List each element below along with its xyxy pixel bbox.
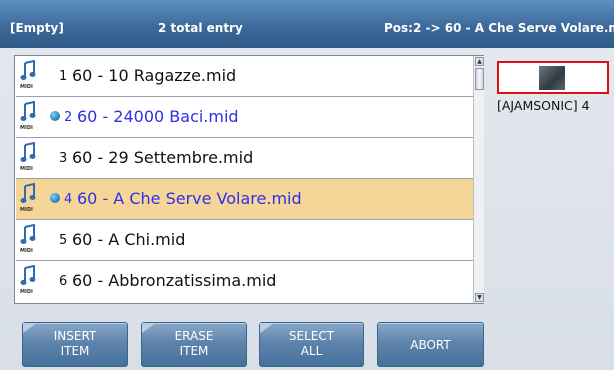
header-empty-label: [Empty] [10, 21, 64, 35]
preview-label: [AJAMSONIC] 4 [497, 98, 590, 113]
style-preview[interactable] [497, 61, 609, 94]
midi-file-icon: MIDI [20, 142, 38, 175]
button-label-line1: SELECT [288, 329, 335, 343]
button-label-line2: ITEM [179, 344, 209, 358]
midi-caption: MIDI [20, 84, 33, 90]
marked-bullet-icon [50, 193, 60, 203]
list-item[interactable]: MIDI 5 60 - A Chi.mid [16, 220, 473, 261]
midi-file-icon: MIDI [20, 183, 38, 216]
midi-file-icon: MIDI [20, 265, 38, 298]
header-position: Pos:2 -> 60 - A Che Serve Volare.mid [384, 21, 614, 35]
playlist: MIDI 1 60 - 10 Ragazze.mid MIDI 2 60 - 2… [14, 55, 484, 304]
item-name: 60 - Abbronzatissima.mid [72, 271, 277, 290]
select-all-button[interactable]: SELECT ALL [259, 322, 364, 367]
abort-button-label: ABORT [410, 338, 451, 352]
button-label-line2: ALL [300, 344, 323, 358]
button-label-line1: INSERT [53, 329, 97, 343]
list-item-selected[interactable]: MIDI 4 60 - A Che Serve Volare.mid [16, 179, 473, 220]
midi-caption: MIDI [20, 166, 33, 172]
erase-item-button[interactable]: ERASE ITEM [141, 322, 247, 367]
item-index: 4 [64, 192, 73, 207]
item-index: 5 [59, 233, 68, 248]
item-name: 60 - 29 Settembre.mid [72, 148, 254, 167]
item-name: 60 - 10 Ragazze.mid [72, 66, 237, 85]
marked-bullet-icon [50, 111, 60, 121]
list-item[interactable]: MIDI 3 60 - 29 Settembre.mid [16, 138, 473, 179]
preview-thumbnail [539, 66, 565, 90]
item-index: 6 [59, 274, 68, 289]
scrollbar-thumb[interactable] [475, 68, 484, 90]
item-index: 2 [64, 110, 73, 125]
header-bar: [Empty] 2 total entry Pos:2 -> 60 - A Ch… [0, 0, 614, 48]
scroll-up-icon[interactable]: ▲ [475, 57, 484, 66]
list-scrollbar[interactable]: ▲ ▼ [473, 56, 484, 303]
button-label-line1: ERASE [174, 329, 214, 343]
item-index: 1 [59, 69, 68, 84]
item-name: 60 - A Che Serve Volare.mid [77, 189, 302, 208]
scroll-down-icon[interactable]: ▼ [475, 293, 484, 302]
midi-file-icon: MIDI [20, 224, 38, 257]
insert-item-button[interactable]: INSERT ITEM [22, 322, 128, 367]
midi-file-icon: MIDI [20, 60, 38, 93]
midi-file-icon: MIDI [20, 101, 38, 134]
midi-caption: MIDI [20, 207, 33, 213]
header-entry-count: 2 total entry [158, 21, 243, 35]
item-name: 60 - 24000 Baci.mid [77, 107, 239, 126]
abort-button[interactable]: ABORT [377, 322, 484, 367]
list-item[interactable]: MIDI 1 60 - 10 Ragazze.mid [16, 56, 473, 97]
midi-caption: MIDI [20, 248, 33, 254]
list-item[interactable]: MIDI 6 60 - Abbronzatissima.mid [16, 261, 473, 302]
midi-caption: MIDI [20, 289, 33, 295]
button-label-line2: ITEM [60, 344, 90, 358]
list-item[interactable]: MIDI 2 60 - 24000 Baci.mid [16, 97, 473, 138]
midi-caption: MIDI [20, 125, 33, 131]
item-index: 3 [59, 151, 68, 166]
item-name: 60 - A Chi.mid [72, 230, 186, 249]
